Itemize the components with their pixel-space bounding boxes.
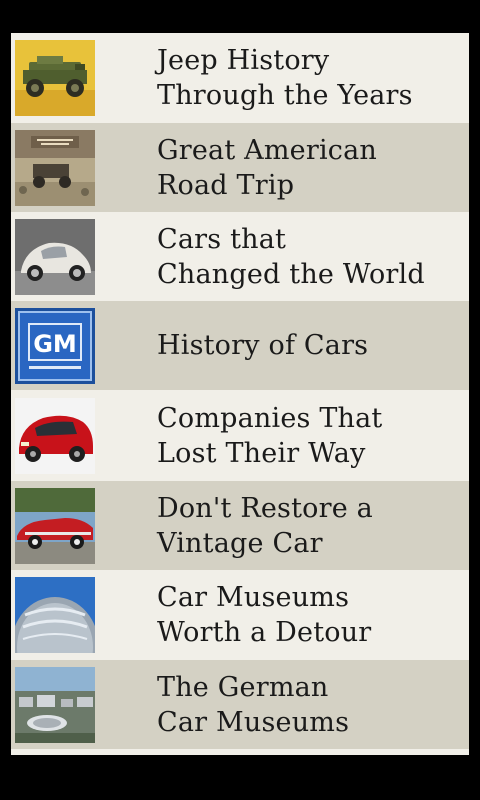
svg-text:GM: GM (33, 330, 77, 358)
list-item[interactable]: Great American Road Trip (11, 123, 469, 212)
article-list: Jeep History Through the Years Great Ame… (11, 33, 469, 755)
vintage-car-thumbnail (15, 488, 95, 564)
article-title: History of Cars (157, 330, 369, 361)
app-screen: Jeep History Through the Years Great Ame… (0, 0, 480, 800)
fiat-thumbnail (15, 398, 95, 474)
article-title: Companies That Lost Their Way (157, 402, 383, 469)
beetle-thumbnail (15, 219, 95, 295)
road-trip-thumbnail (15, 130, 95, 206)
article-title: Great American Road Trip (157, 134, 378, 201)
article-title: The German Car Museums (157, 671, 350, 738)
list-item[interactable]: Don't Restore a Vintage Car (11, 481, 469, 570)
gm-logo-thumbnail: GM (15, 308, 95, 384)
article-title: Car Museums Worth a Detour (157, 581, 372, 648)
jeep-thumbnail (15, 40, 95, 116)
museum-thumbnail (15, 577, 95, 653)
german-museum-thumbnail (15, 667, 95, 743)
list-item[interactable]: Car Museums Worth a Detour (11, 570, 469, 659)
list-item[interactable]: GM History of Cars (11, 301, 469, 390)
article-title: Cars that Changed the World (157, 223, 425, 290)
list-item[interactable]: Cars that Changed the World (11, 212, 469, 301)
list-item[interactable]: Jeep History Through the Years (11, 33, 469, 122)
article-title: Don't Restore a Vintage Car (157, 492, 373, 559)
list-item[interactable]: Companies That Lost Their Way (11, 391, 469, 480)
article-title: Jeep History Through the Years (157, 44, 413, 111)
list-item[interactable]: The German Car Museums (11, 660, 469, 749)
